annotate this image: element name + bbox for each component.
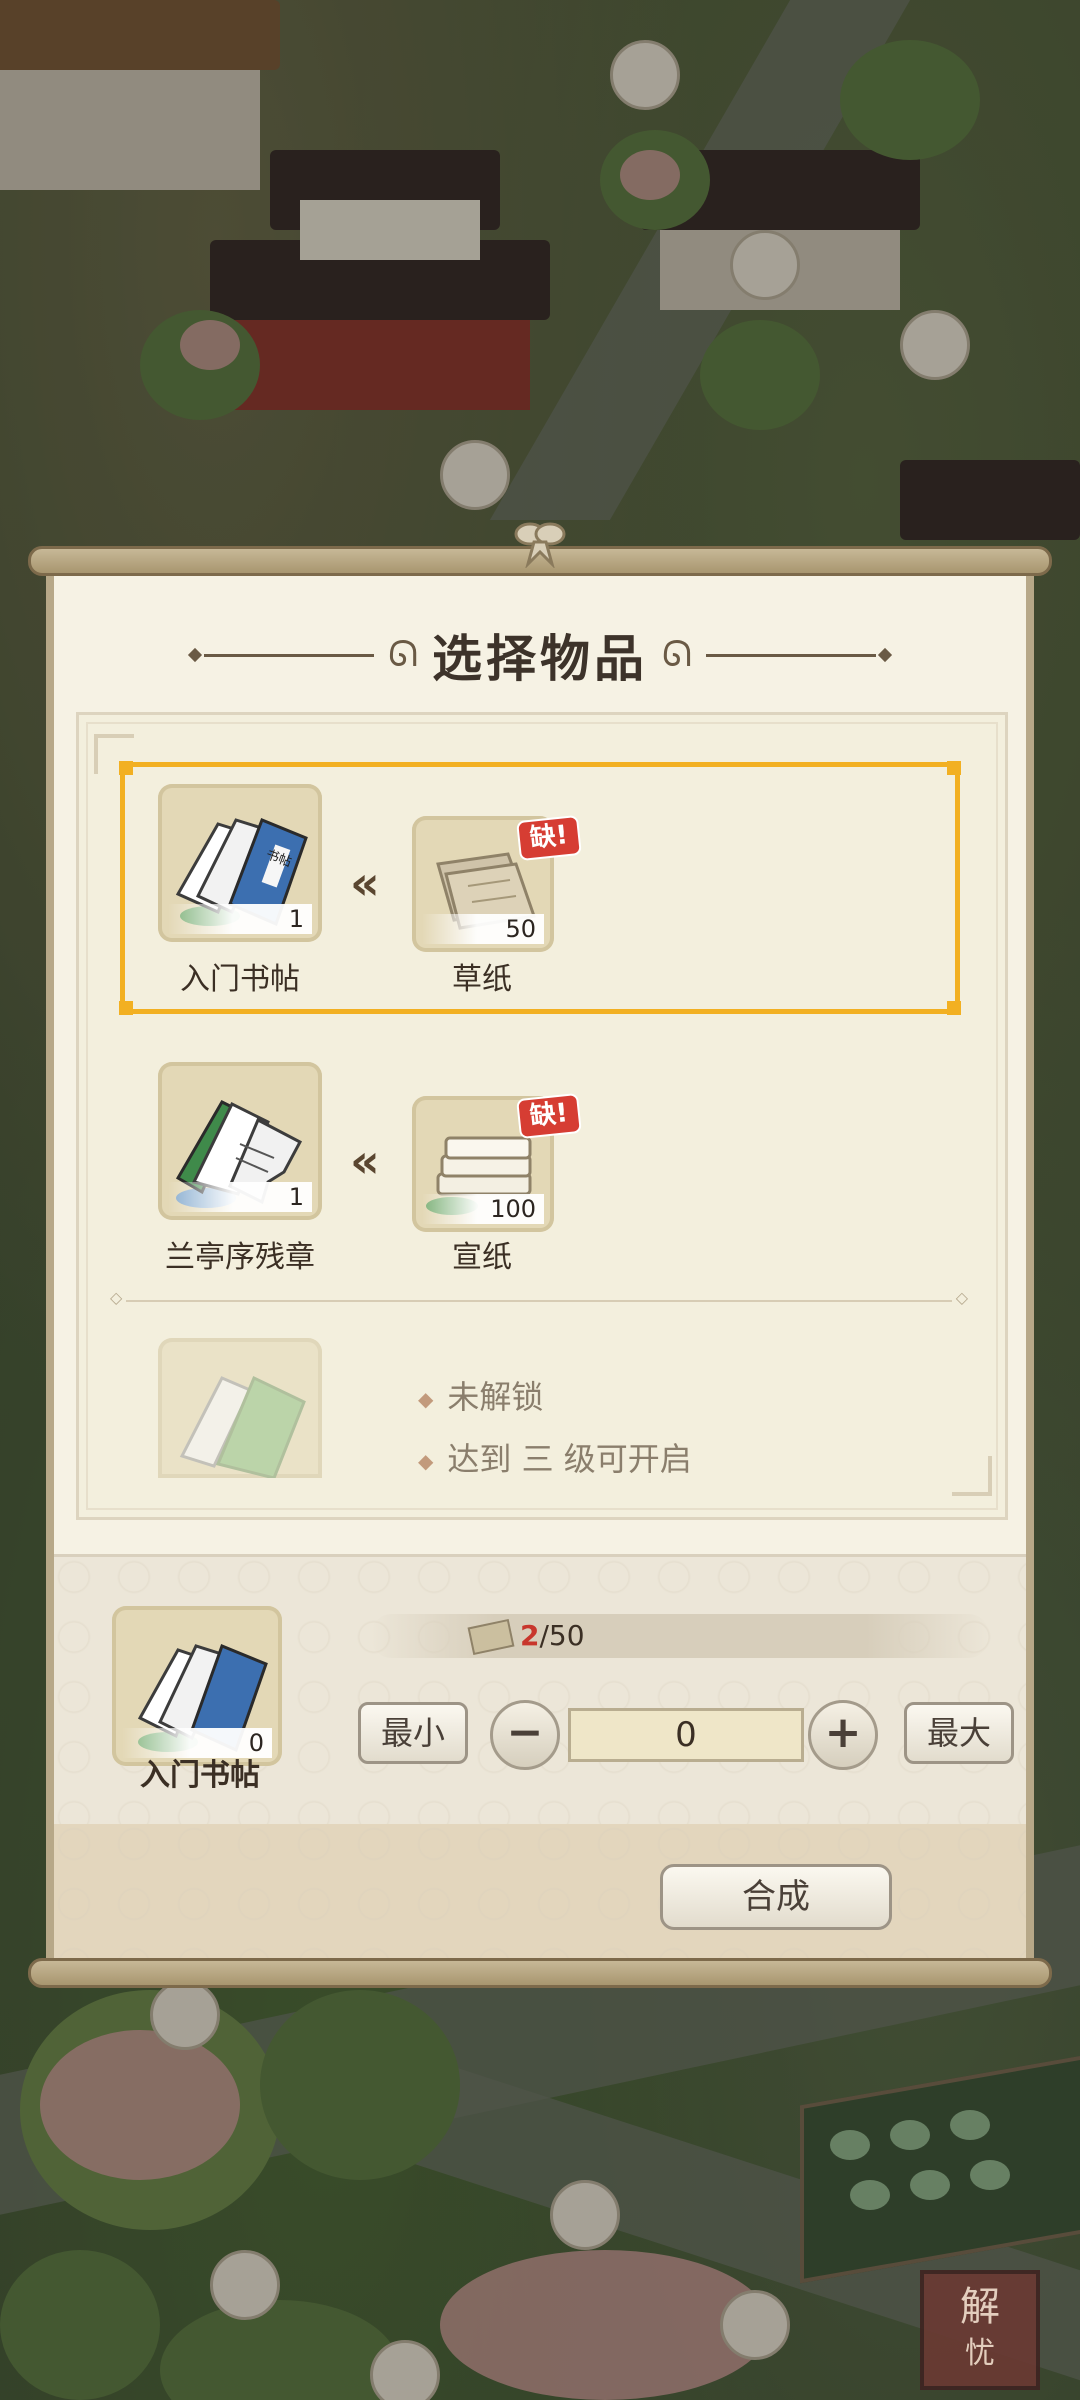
material-name: 草纸: [452, 962, 512, 997]
craft-button[interactable]: 合成: [660, 1864, 892, 1930]
min-button[interactable]: 最小: [358, 1702, 468, 1764]
material-progress-text: 2/50: [467, 1614, 585, 1658]
material-progress-bar: [370, 1614, 990, 1658]
chevron-left-icon: «: [350, 856, 380, 910]
section-divider: [110, 1288, 968, 1307]
fret-corner-bottom-right: [952, 1456, 992, 1496]
lack-badge: 缺!: [516, 814, 582, 862]
unlock-requirement: ◆ 达到 三 级可开启: [418, 1440, 692, 1478]
material-count: 100: [422, 1194, 544, 1224]
selection-corner: [947, 1001, 961, 1015]
minus-button[interactable]: −: [490, 1700, 560, 1770]
seal-text-bottom: 忧: [965, 2336, 995, 2371]
quantity-field[interactable]: 0: [568, 1708, 804, 1762]
paper-icon: [467, 1618, 515, 1656]
product-name: 兰亭序残章: [165, 1240, 315, 1275]
material-name: 宣纸: [452, 1240, 512, 1275]
title-ornament-left: [204, 653, 375, 657]
selected-item-name: 入门书帖: [140, 1758, 260, 1793]
unlock-requirement-text: 达到 三 级可开启: [447, 1440, 692, 1478]
max-button[interactable]: 最大: [904, 1702, 1014, 1764]
product-name: 入门书帖: [180, 962, 300, 997]
selection-corner: [947, 761, 961, 775]
locked-status-text: 未解锁: [447, 1378, 544, 1416]
locked-product-slot[interactable]: [158, 1338, 322, 1478]
material-have: 2: [520, 1619, 540, 1652]
material-separator: /: [539, 1619, 549, 1652]
locked-status: ◆ 未解锁: [418, 1378, 544, 1416]
dialog-title: 选择物品: [432, 630, 648, 688]
product-count: 1: [168, 904, 312, 934]
selection-corner: [119, 1001, 133, 1015]
product-count: 1: [168, 1182, 312, 1212]
locked-green-book-icon: [179, 1375, 306, 1478]
product-slot[interactable]: 书帖 1: [158, 784, 322, 942]
material-count: 50: [422, 914, 544, 944]
selection-corner: [119, 761, 133, 775]
plus-button[interactable]: +: [808, 1700, 878, 1770]
chevron-left-icon: «: [350, 1134, 380, 1188]
corner-seal-button[interactable]: 解 忧: [920, 2270, 1040, 2390]
seal-text-top: 解: [960, 2284, 1000, 2330]
lack-badge: 缺!: [516, 1092, 582, 1140]
title-ornament-right: [705, 653, 876, 657]
swirl-left-icon: ᘏ: [388, 634, 418, 675]
dialog-title-row: ᘏ 选择物品 ᘏ: [0, 620, 1080, 690]
ribbon-knot-icon: [514, 522, 566, 568]
scroll-bottom-rod: [28, 1958, 1052, 1988]
swirl-right-icon: ᘏ: [662, 634, 692, 675]
selected-item-slot: 0: [112, 1606, 282, 1766]
material-need: 50: [548, 1619, 585, 1652]
product-slot[interactable]: 1: [158, 1062, 322, 1220]
